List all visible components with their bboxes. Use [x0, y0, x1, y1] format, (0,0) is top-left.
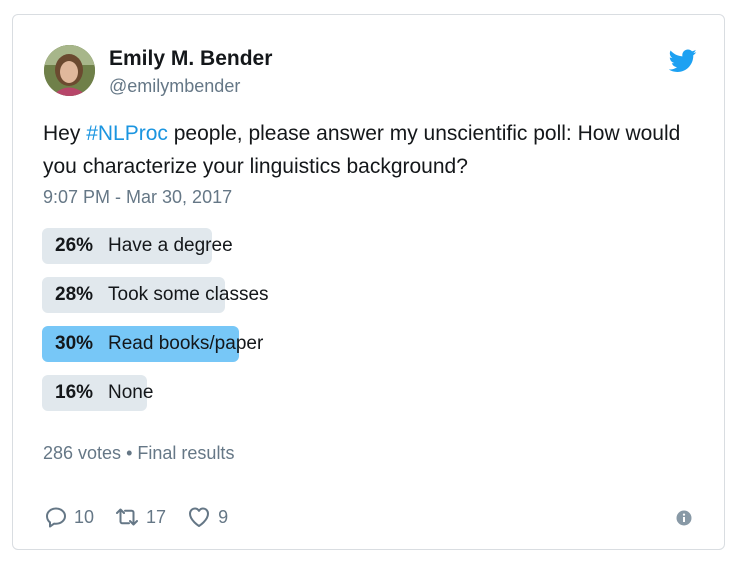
display-name[interactable]: Emily M. Bender	[109, 47, 272, 71]
poll-option-label: Have a degree	[108, 235, 233, 256]
poll-option-label: Read books/paper	[108, 333, 264, 354]
reply-button[interactable]: 10	[44, 505, 94, 529]
poll-meta: 286 votes • Final results	[43, 443, 234, 464]
reply-icon	[46, 507, 66, 528]
vote-count: 286 votes	[43, 443, 122, 463]
poll-percent: 16%	[55, 382, 94, 403]
like-button[interactable]: 9	[186, 505, 228, 529]
poll: 26% Have a degree 28% Took some classes …	[42, 228, 682, 424]
hashtag-link[interactable]: #NLProc	[86, 122, 168, 145]
reply-count: 10	[74, 506, 95, 527]
poll-percent: 26%	[55, 235, 94, 256]
poll-option: 30% Read books/paper	[42, 326, 682, 362]
poll-option: 26% Have a degree	[42, 228, 682, 264]
poll-option: 16% None	[42, 375, 682, 411]
poll-percent: 28%	[55, 284, 94, 305]
user-handle[interactable]: @emilymbender	[109, 76, 240, 97]
like-count: 9	[218, 506, 229, 527]
poll-status: Final results	[137, 443, 235, 463]
poll-option: 28% Took some classes	[42, 277, 682, 313]
tweet-card: Emily M. Bender @emilymbender Hey #NLPro…	[12, 14, 725, 550]
meta-separator: •	[126, 443, 133, 463]
retweet-count: 17	[146, 506, 167, 527]
tweet-timestamp[interactable]: 9:07 PM - Mar 30, 2017	[43, 187, 232, 208]
info-icon[interactable]	[676, 510, 692, 526]
tweet-text-start: Hey	[43, 122, 87, 145]
twitter-bird-icon[interactable]	[669, 49, 697, 73]
avatar-image	[44, 45, 95, 96]
heart-icon	[189, 507, 210, 527]
retweet-button[interactable]: 17	[114, 505, 166, 529]
poll-percent: 30%	[55, 333, 94, 354]
poll-option-label: None	[108, 382, 154, 403]
avatar[interactable]	[44, 45, 95, 96]
tweet-actions: 10 17 9	[44, 505, 248, 529]
poll-option-label: Took some classes	[108, 284, 269, 305]
retweet-icon	[116, 508, 139, 526]
tweet-text: Hey #NLProc people, please answer my uns…	[43, 117, 693, 183]
